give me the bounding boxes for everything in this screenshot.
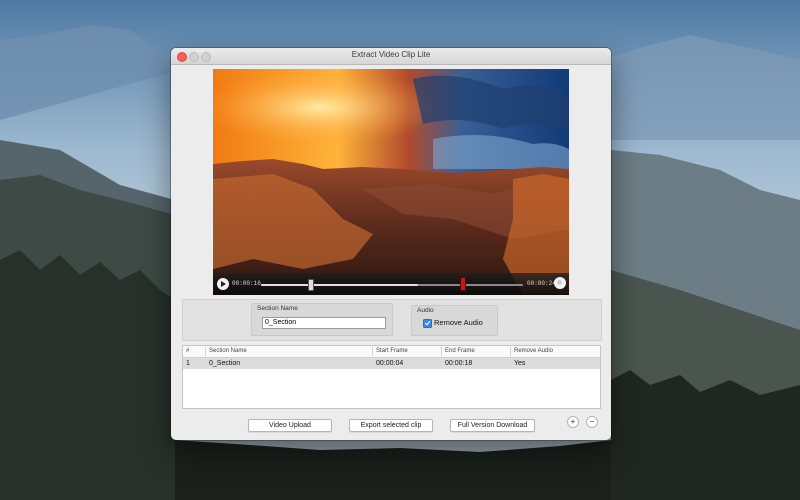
audio-group: Audio Remove Audio [411, 305, 498, 336]
remove-audio-label[interactable]: Remove Audio [434, 318, 483, 327]
table-header: # Section Name Start Frame End Frame Rem… [183, 346, 600, 358]
column-divider [441, 347, 442, 356]
app-window: Extract Video Clip Lite 00:00:16 00:00:2… [171, 48, 611, 440]
cell-remove-audio: Yes [514, 360, 526, 367]
cell-start-frame: 00:00:04 [376, 360, 404, 367]
play-icon[interactable] [217, 278, 229, 290]
remove-section-button[interactable]: − [586, 416, 598, 428]
clip-start-handle[interactable] [307, 279, 314, 291]
column-divider [205, 347, 206, 356]
section-editor: Section Name Audio Remove Audio [182, 299, 602, 341]
section-name-input[interactable] [262, 317, 386, 329]
column-header-index[interactable]: # [186, 348, 189, 354]
column-divider [510, 347, 511, 356]
column-header-start-frame[interactable]: Start Frame [376, 348, 408, 354]
clip-end-handle[interactable] [459, 277, 466, 291]
window-title: Extract Video Clip Lite [351, 50, 431, 59]
add-section-button[interactable]: + [567, 416, 579, 428]
video-preview[interactable] [213, 69, 569, 295]
cell-end-frame: 00:00:18 [445, 360, 473, 367]
player-controls: 00:00:16 00:00:24 [213, 273, 569, 295]
sections-table: # Section Name Start Frame End Frame Rem… [182, 345, 601, 409]
full-version-download-button[interactable]: Full Version Download [450, 419, 535, 432]
volume-icon[interactable] [554, 277, 566, 289]
title-bar[interactable]: Extract Video Clip Lite [171, 48, 611, 65]
section-name-label: Section Name [257, 305, 298, 312]
export-selected-clip-button[interactable]: Export selected clip [349, 419, 433, 432]
current-time: 00:00:16 [232, 280, 261, 287]
section-name-group: Section Name [251, 303, 393, 336]
column-header-section-name[interactable]: Section Name [209, 348, 247, 354]
column-divider [372, 347, 373, 356]
column-header-end-frame[interactable]: End Frame [445, 348, 475, 354]
seek-bar-fill [261, 284, 419, 286]
table-row[interactable]: 1 0_Section 00:00:04 00:00:18 Yes [183, 358, 600, 369]
video-upload-button[interactable]: Video Upload [248, 419, 332, 432]
cell-section-name: 0_Section [209, 360, 241, 367]
column-header-remove-audio[interactable]: Remove Audio [514, 348, 553, 354]
total-time: 00:00:24 [527, 280, 556, 287]
remove-audio-checkbox[interactable] [423, 319, 432, 328]
audio-label: Audio [417, 307, 434, 314]
seek-bar[interactable] [261, 284, 523, 286]
cell-index: 1 [186, 360, 190, 367]
